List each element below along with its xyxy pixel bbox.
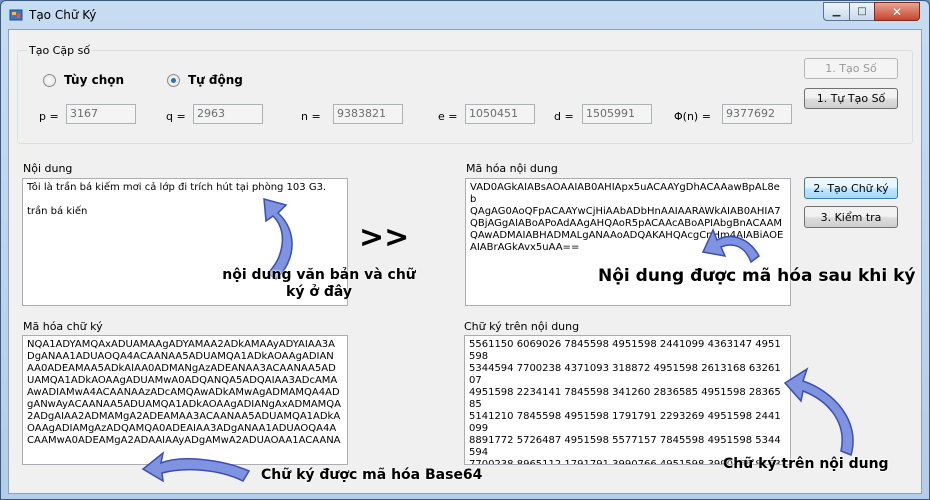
p-label: p =: [39, 110, 59, 123]
encoded-content-label: Mã hóa nội dung: [466, 162, 558, 175]
title-bar[interactable]: Tạo Chữ Ký ▁ □ ✕: [1, 1, 929, 29]
signature-annotation: Chữ ký trên nội dung: [723, 456, 889, 472]
signature-encoded-textarea[interactable]: NQA1ADYAMQAxADUAMAAgADYAMAA2ADkAMAAyADYA…: [22, 335, 348, 465]
app-icon: [9, 9, 23, 21]
maximize-button[interactable]: □: [849, 2, 875, 21]
radio-custom-indicator[interactable]: [43, 73, 56, 87]
q-label: q =: [166, 110, 186, 123]
base64-curl-arrow-icon: [141, 451, 251, 483]
maximize-icon: □: [857, 6, 867, 17]
arrow-sign: >>: [359, 220, 410, 255]
phi-field[interactable]: 9377692: [722, 104, 792, 124]
group-title: Tạo Cặp số: [27, 44, 93, 57]
d-field[interactable]: 1505991: [582, 104, 652, 124]
close-icon: ✕: [891, 4, 903, 19]
radio-auto-indicator[interactable]: [167, 73, 180, 87]
generate-number-button[interactable]: 1. Tạo Số: [804, 58, 898, 79]
d-label: d =: [554, 110, 574, 123]
radio-auto-label: Tự động: [188, 73, 243, 87]
auto-generate-number-button[interactable]: 1. Tự Tạo Số: [804, 88, 898, 109]
phi-label: Φ(n) =: [674, 110, 711, 123]
content-annotation: nội dung văn bản và chữ ký ở đây: [222, 267, 416, 300]
radio-custom[interactable]: Tùy chọn: [43, 73, 124, 87]
p-field[interactable]: 3167: [66, 104, 136, 124]
e-field[interactable]: 1050451: [465, 104, 535, 124]
signature-encoded-label: Mã hóa chữ ký: [23, 320, 103, 333]
minimize-button[interactable]: ▁: [823, 2, 850, 21]
signature-curl-arrow-icon: [783, 367, 854, 457]
create-signature-button[interactable]: 2. Tạo Chữ ký: [804, 177, 898, 199]
window-title: Tạo Chữ Ký: [29, 8, 97, 22]
q-field[interactable]: 2963: [193, 104, 263, 124]
content-label: Nội dung: [23, 162, 73, 175]
e-label: e =: [438, 110, 458, 123]
radio-custom-label: Tùy chọn: [64, 73, 125, 87]
n-field[interactable]: 9383821: [333, 104, 403, 124]
minimize-icon: ▁: [832, 6, 841, 17]
verify-button[interactable]: 3. Kiểm tra: [804, 206, 898, 228]
n-label: n =: [301, 110, 321, 123]
close-button[interactable]: ✕: [874, 2, 920, 21]
signature-label: Chữ ký trên nội dung: [464, 320, 580, 333]
encoded-annotation: Nội dung được mã hóa sau khi ký: [598, 266, 916, 286]
radio-auto[interactable]: Tự động: [167, 73, 243, 87]
base64-annotation: Chữ ký được mã hóa Base64: [261, 467, 483, 483]
signature-textarea[interactable]: 5561150 6069026 7845598 4951598 2441099 …: [464, 335, 791, 465]
main-window: Tạo Chữ Ký ▁ □ ✕ Tạo Cặp số Tùy chọn Tự …: [0, 0, 930, 500]
key-pair-group: [17, 50, 913, 144]
